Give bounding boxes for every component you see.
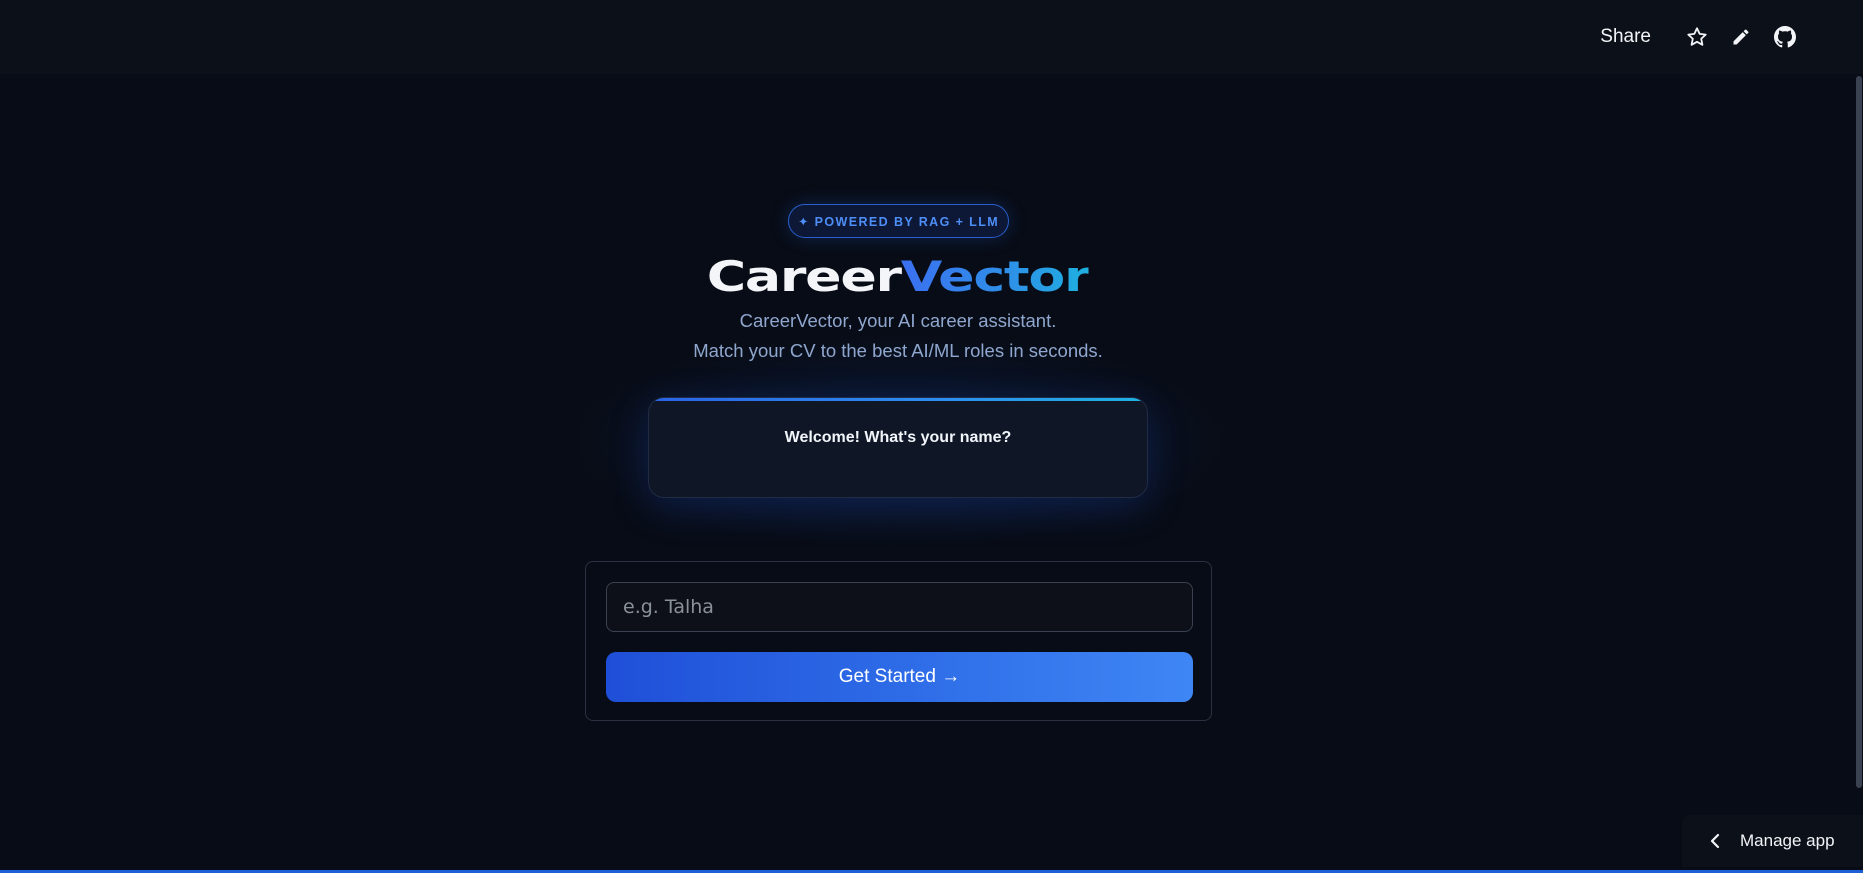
- welcome-card: Welcome! What's your name?: [648, 397, 1148, 498]
- welcome-prompt: Welcome! What's your name?: [784, 429, 1012, 446]
- name-input[interactable]: [606, 582, 1193, 632]
- scrollbar-thumb[interactable]: [1856, 76, 1862, 788]
- share-button[interactable]: Share: [1600, 26, 1651, 48]
- manage-app-label: Manage app: [1740, 831, 1835, 850]
- subtitle-line2: Match your CV to the best AI/ML roles in…: [693, 340, 1103, 361]
- subtitle-line1: CareerVector, your AI career assistant.: [739, 310, 1057, 331]
- scrollbar[interactable]: [1855, 74, 1863, 790]
- manage-app-button[interactable]: Manage app: [1682, 815, 1863, 867]
- get-started-button[interactable]: Get Started →: [606, 652, 1193, 702]
- name-form: Get Started →: [585, 561, 1212, 721]
- top-actions: Share: [1600, 0, 1807, 74]
- brand-title-part2: Vector: [900, 252, 1091, 301]
- star-icon[interactable]: [1675, 15, 1719, 59]
- brand-title: CareerVector: [0, 252, 1863, 302]
- powered-by-badge: ✦ POWERED BY RAG + LLM: [788, 204, 1009, 238]
- chevron-left-icon: [1710, 833, 1720, 849]
- brand-title-part1: Career: [706, 252, 902, 301]
- github-icon[interactable]: [1763, 15, 1807, 59]
- pencil-icon[interactable]: [1719, 15, 1763, 59]
- top-bar: Share: [0, 0, 1863, 74]
